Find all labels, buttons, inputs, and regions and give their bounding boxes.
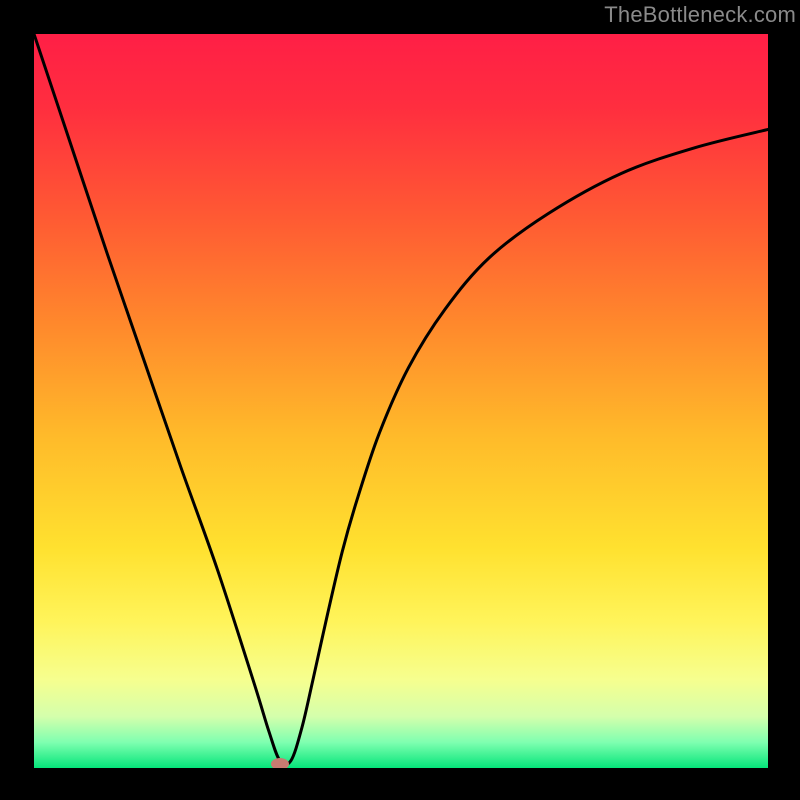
plot-area bbox=[34, 34, 768, 768]
heat-gradient bbox=[34, 34, 768, 768]
chart-frame: TheBottleneck.com bbox=[0, 0, 800, 800]
optimum-marker bbox=[271, 758, 289, 768]
watermark-text: TheBottleneck.com bbox=[604, 2, 796, 28]
